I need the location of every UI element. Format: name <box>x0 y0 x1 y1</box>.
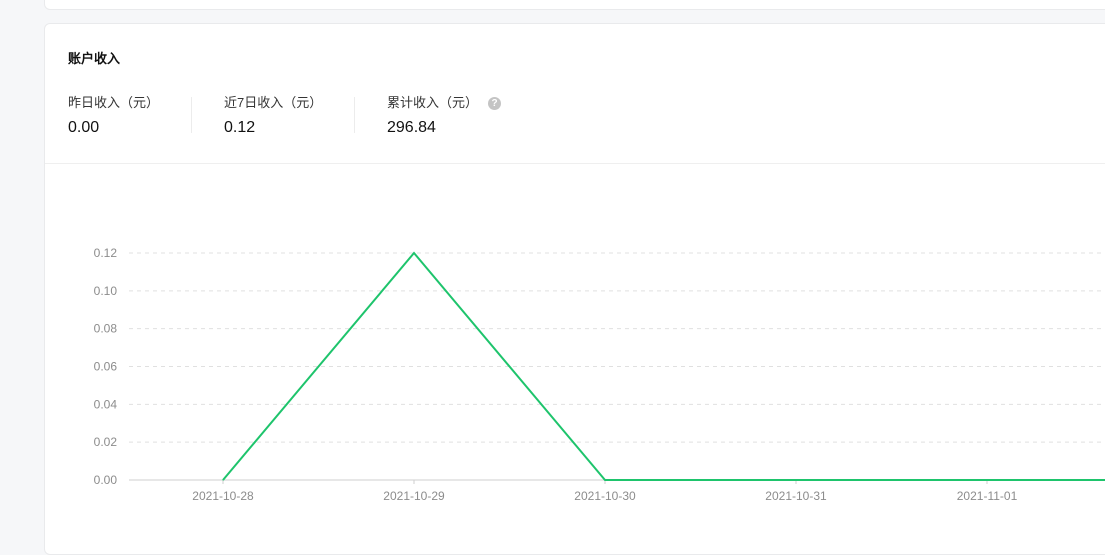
y-tick-label: 0.10 <box>94 284 118 298</box>
account-income-card: 账户收入 昨日收入（元） 0.00 近7日收入（元） 0.12 累计收入（元）?… <box>44 23 1105 555</box>
data-point <box>604 479 606 481</box>
data-point <box>986 479 988 481</box>
x-tick-label: 2021-10-30 <box>574 489 636 503</box>
x-tick-label: 2021-10-29 <box>383 489 445 503</box>
x-tick-label: 2021-11-01 <box>957 489 1018 503</box>
y-tick-label: 0.12 <box>94 246 118 260</box>
x-tick-label: 2021-10-31 <box>765 489 827 503</box>
y-tick-label: 0.04 <box>94 397 118 411</box>
income-line-chart: 0.00 0.02 0.04 0.06 0.08 0.10 0.12 2021-10-28 20… <box>94 246 1105 503</box>
y-tick-label: 0.06 <box>94 360 118 374</box>
data-point <box>413 252 415 254</box>
y-tick-label: 0.02 <box>94 435 118 449</box>
x-tick-label: 2021-10-28 <box>192 489 254 503</box>
previous-card <box>44 0 1105 10</box>
y-tick-label: 0.00 <box>94 473 118 487</box>
data-point <box>222 479 224 481</box>
data-point <box>795 479 797 481</box>
y-tick-label: 0.08 <box>94 322 118 336</box>
